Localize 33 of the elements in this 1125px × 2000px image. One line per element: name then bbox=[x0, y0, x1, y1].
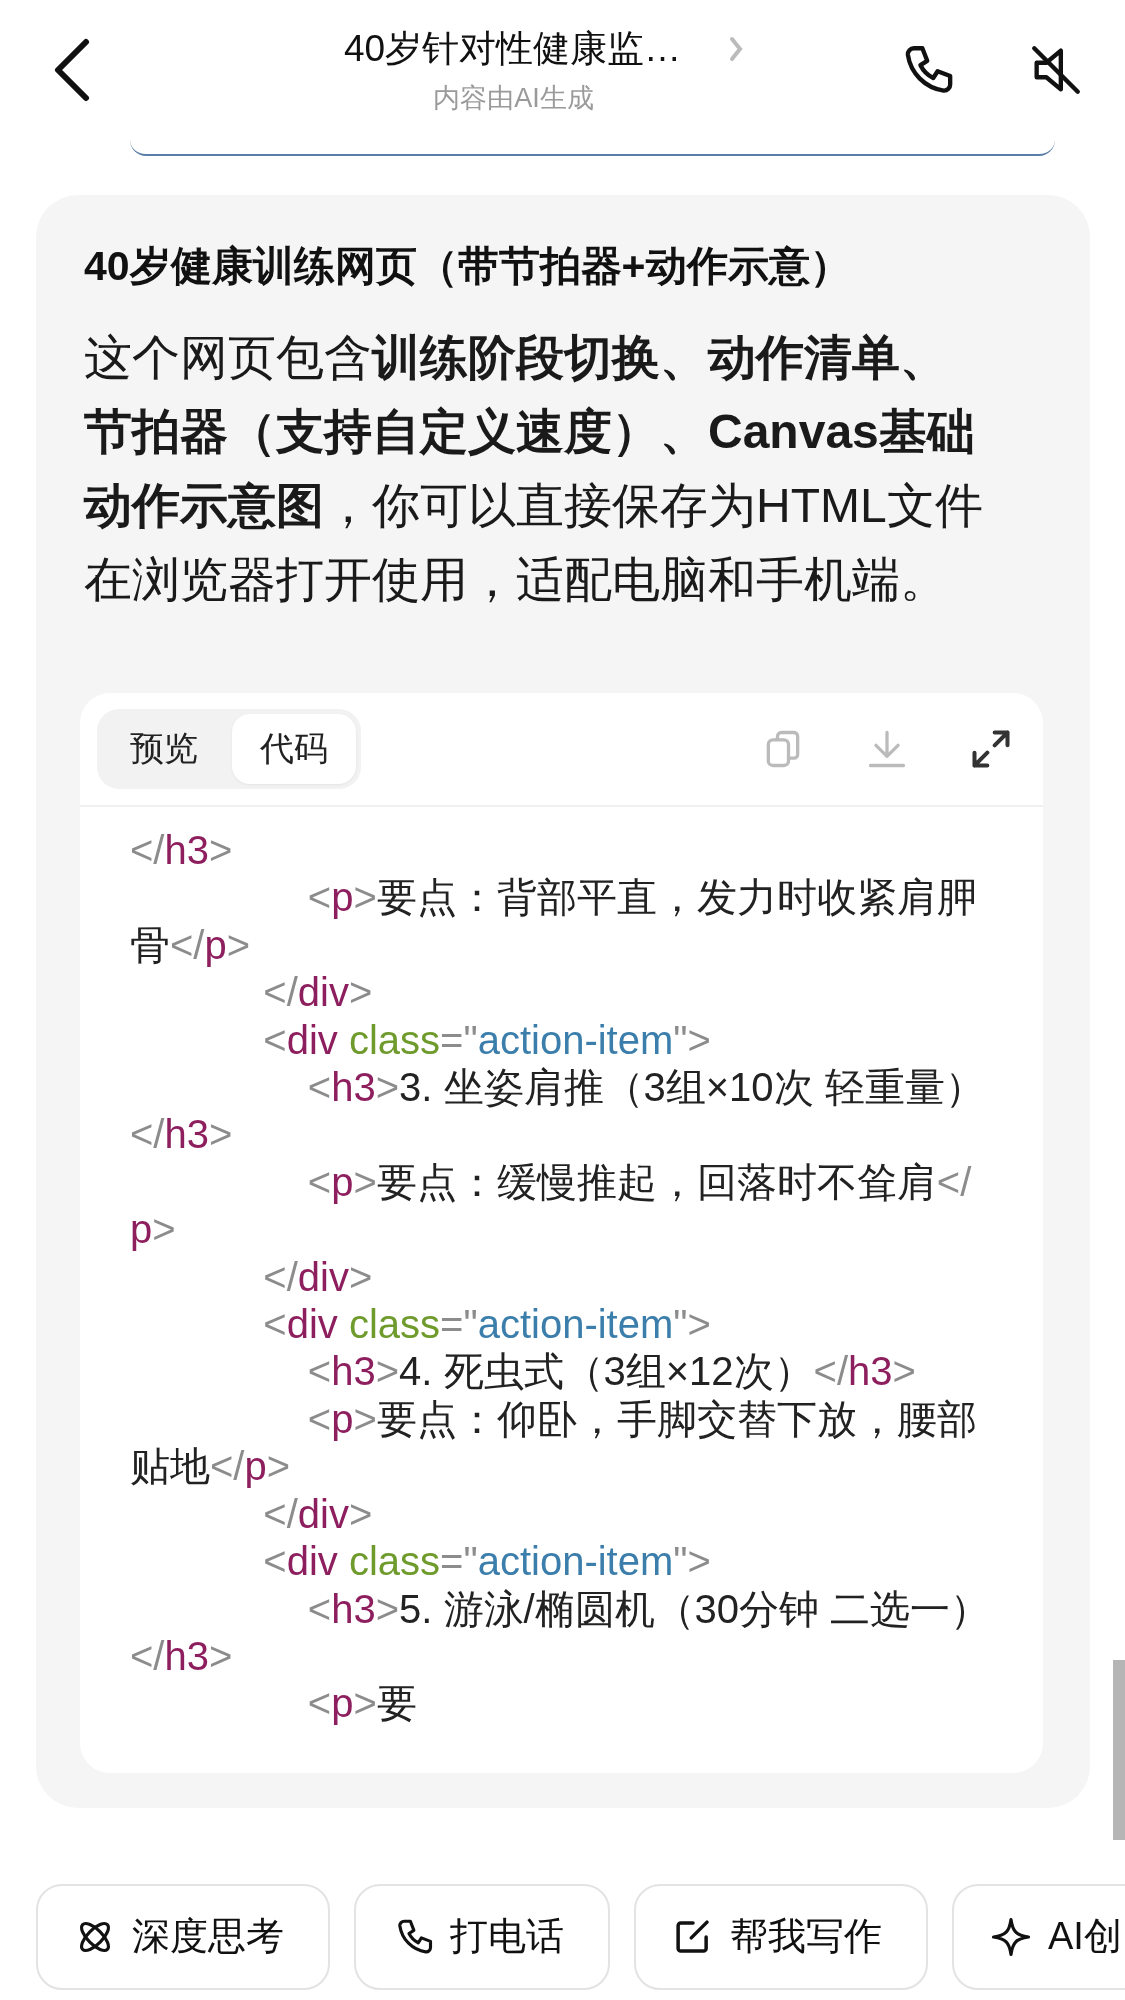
code-line: p> bbox=[130, 1206, 177, 1254]
code-line: </div> bbox=[262, 1490, 374, 1538]
suggestion-chip[interactable]: 深度思考 bbox=[36, 1883, 330, 1990]
view-tab[interactable]: 代码 bbox=[232, 714, 356, 784]
code-line: <h3>3. 坐姿肩推（3组×10次 轻重量） bbox=[306, 1064, 986, 1112]
code-line: <p>要点：缓慢推起，回落时不耸肩</ bbox=[306, 1158, 973, 1206]
chat-title[interactable]: 40岁针对性健康监… bbox=[343, 24, 682, 74]
code-line: <h3>5. 游泳/椭圆机（30分钟 二选一） bbox=[306, 1585, 992, 1633]
code-line: <p>要点：仰卧，手脚交替下放，腰部 bbox=[306, 1395, 978, 1443]
message-paragraph: 这个网页包含训练阶段切换、动作清单、节拍器（支持自定义速度）、Canvas基础动作示意图，你可以直接保存为HTML文件在浏览器打开使用，适配电脑和手机端。 bbox=[84, 330, 984, 608]
code-line: <p>要点：背部平直，发力时收紧肩胛 bbox=[306, 874, 978, 922]
message-heading: 40岁健康训练网页（带节拍器+动作示意） bbox=[84, 242, 852, 291]
code-line: <div class="action-item"> bbox=[262, 1538, 712, 1586]
code-line: 贴地</p> bbox=[130, 1443, 292, 1491]
code-line: </h3> bbox=[130, 827, 234, 874]
suggestion-chip[interactable]: 帮我写作 bbox=[634, 1883, 928, 1990]
code-line: <div class="action-item"> bbox=[262, 1016, 712, 1064]
suggestion-chip[interactable]: AI创 bbox=[952, 1883, 1125, 1990]
view-tab[interactable]: 预览 bbox=[102, 714, 226, 784]
code-line: </div> bbox=[262, 969, 374, 1017]
back-icon[interactable] bbox=[52, 38, 92, 102]
code-line: </div> bbox=[262, 1253, 374, 1301]
sparkle-icon bbox=[990, 1915, 1032, 1958]
suggestion-chip[interactable]: 打电话 bbox=[354, 1883, 610, 1990]
code-line: <h3>4. 死虫式（3组×12次）</h3> bbox=[306, 1348, 917, 1396]
ai-disclaimer: 内容由AI生成 bbox=[433, 82, 594, 115]
code-line: <p>要 bbox=[306, 1680, 418, 1728]
code-line: </h3> bbox=[130, 1632, 234, 1680]
scrollbar-thumb[interactable] bbox=[1113, 1660, 1125, 1840]
code-line: </h3> bbox=[130, 1111, 234, 1159]
expand-icon[interactable] bbox=[969, 727, 1013, 771]
code-line: <div class="action-item"> bbox=[262, 1301, 712, 1349]
code-line: 骨</p> bbox=[130, 921, 252, 969]
